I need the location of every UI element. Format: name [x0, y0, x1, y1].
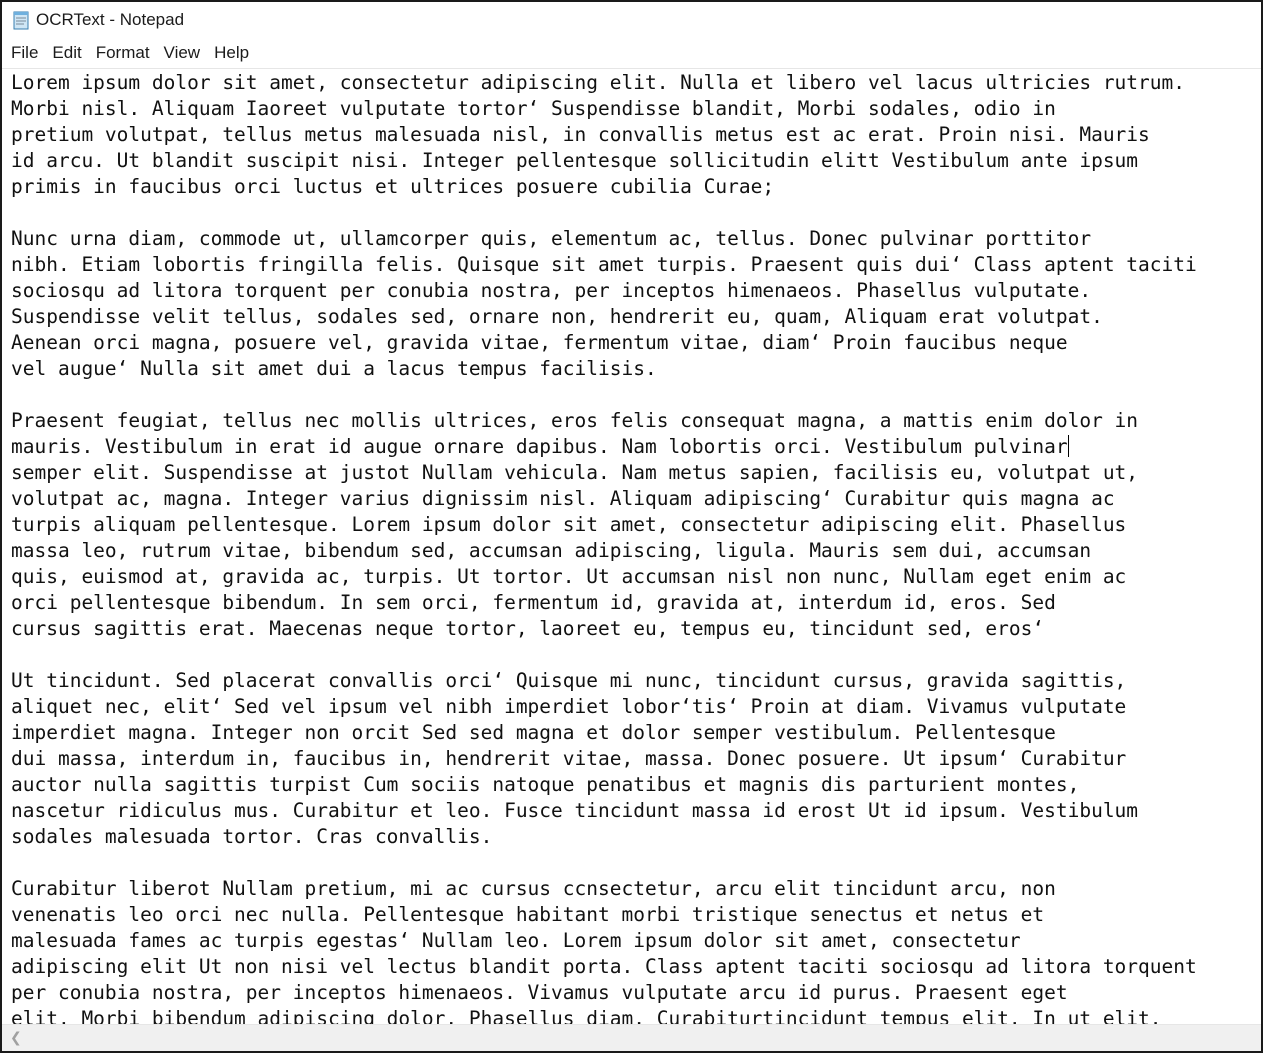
text-line: dui massa, interdum in, faucibus in, hen…	[11, 747, 1127, 770]
menu-edit[interactable]: Edit	[45, 39, 88, 67]
menu-help[interactable]: Help	[207, 39, 256, 67]
text-line: cursus sagittis erat. Maecenas neque tor…	[11, 617, 1045, 640]
text-line: adipiscing elit Ut non nisi vel lectus b…	[11, 955, 1197, 978]
title-bar[interactable]: OCRText - Notepad	[2, 2, 1261, 38]
notepad-icon	[11, 10, 31, 30]
text-line: malesuada fames ac turpis egestas‘ Nulla…	[11, 929, 1021, 952]
text-line: elit. Morbi bibendum adipiscing dolor. P…	[11, 1007, 1162, 1025]
menu-view[interactable]: View	[157, 39, 208, 67]
text-line: Suspendisse velit tellus, sodales sed, o…	[11, 305, 1103, 328]
text-line	[11, 382, 1197, 408]
text-line: Aenean orci magna, posuere vel, gravida …	[11, 331, 1068, 354]
text-line: aliquet nec, elit‘ Sed vel ipsum vel nib…	[11, 695, 1127, 718]
menu-format[interactable]: Format	[89, 39, 157, 67]
text-line: Lorem ipsum dolor sit amet, consectetur …	[11, 71, 1185, 94]
window-title: OCRText - Notepad	[36, 10, 185, 29]
text-line: semper elit. Suspendisse at justot Nulla…	[11, 461, 1139, 484]
text-line: per conubia nostra, per inceptos himenae…	[11, 981, 1068, 1004]
text-line: Curabitur liberot Nullam pretium, mi ac …	[11, 877, 1056, 900]
text-line	[11, 642, 1197, 668]
text-line: primis in faucibus orci luctus et ultric…	[11, 175, 775, 198]
menu-file[interactable]: File	[2, 39, 45, 67]
text-editor[interactable]: Lorem ipsum dolor sit amet, consectetur …	[2, 68, 1261, 1025]
text-line: volutpat ac, magna. Integer varius digni…	[11, 487, 1115, 510]
text-line: quis, euismod at, gravida ac, turpis. Ut…	[11, 565, 1127, 588]
text-line: pretium volutpat, tellus metus malesuada…	[11, 123, 1150, 146]
text-line: sodales malesuada tortor. Cras convallis…	[11, 825, 493, 848]
text-line: orci pellentesque bibendum. In sem orci,…	[11, 591, 1056, 614]
text-line: Morbi nisl. Aliquam Iaoreet vulputate to…	[11, 97, 1056, 120]
text-line: nascetur ridiculus mus. Curabitur et leo…	[11, 799, 1139, 822]
text-line: nibh. Etiam lobortis fringilla felis. Qu…	[11, 253, 1197, 276]
text-line: Ut tincidunt. Sed placerat convallis orc…	[11, 669, 1127, 692]
text-line: mauris. Vestibulum in erat id augue orna…	[11, 435, 1069, 458]
text-line: sociosqu ad litora torquent per conubia …	[11, 279, 1092, 302]
text-line: auctor nulla sagittis turpist Cum sociis…	[11, 773, 1080, 796]
text-caret	[1067, 435, 1069, 457]
document-text[interactable]: Lorem ipsum dolor sit amet, consectetur …	[11, 70, 1197, 1025]
text-line: id arcu. Ut blandit suscipit nisi. Integ…	[11, 149, 1139, 172]
text-line: venenatis leo orci nec nulla. Pellentesq…	[11, 903, 1045, 926]
menu-bar: File Edit Format View Help	[2, 39, 1261, 67]
horizontal-scrollbar[interactable]: ❮	[2, 1024, 1261, 1051]
scroll-left-arrow-icon[interactable]: ❮	[10, 1030, 24, 1046]
text-line	[11, 850, 1197, 876]
text-line: Nunc urna diam, commode ut, ullamcorper …	[11, 227, 1092, 250]
text-line: turpis aliquam pellentesque. Lorem ipsum…	[11, 513, 1127, 536]
text-line: massa leo, rutrum vitae, bibendum sed, a…	[11, 539, 1092, 562]
text-line: imperdiet magna. Integer non orcit Sed s…	[11, 721, 1056, 744]
text-line: vel augue‘ Nulla sit amet dui a lacus te…	[11, 357, 657, 380]
notepad-window: OCRText - Notepad File Edit Format View …	[0, 0, 1263, 1053]
text-line: Praesent feugiat, tellus nec mollis ultr…	[11, 409, 1139, 432]
text-line	[11, 200, 1197, 226]
